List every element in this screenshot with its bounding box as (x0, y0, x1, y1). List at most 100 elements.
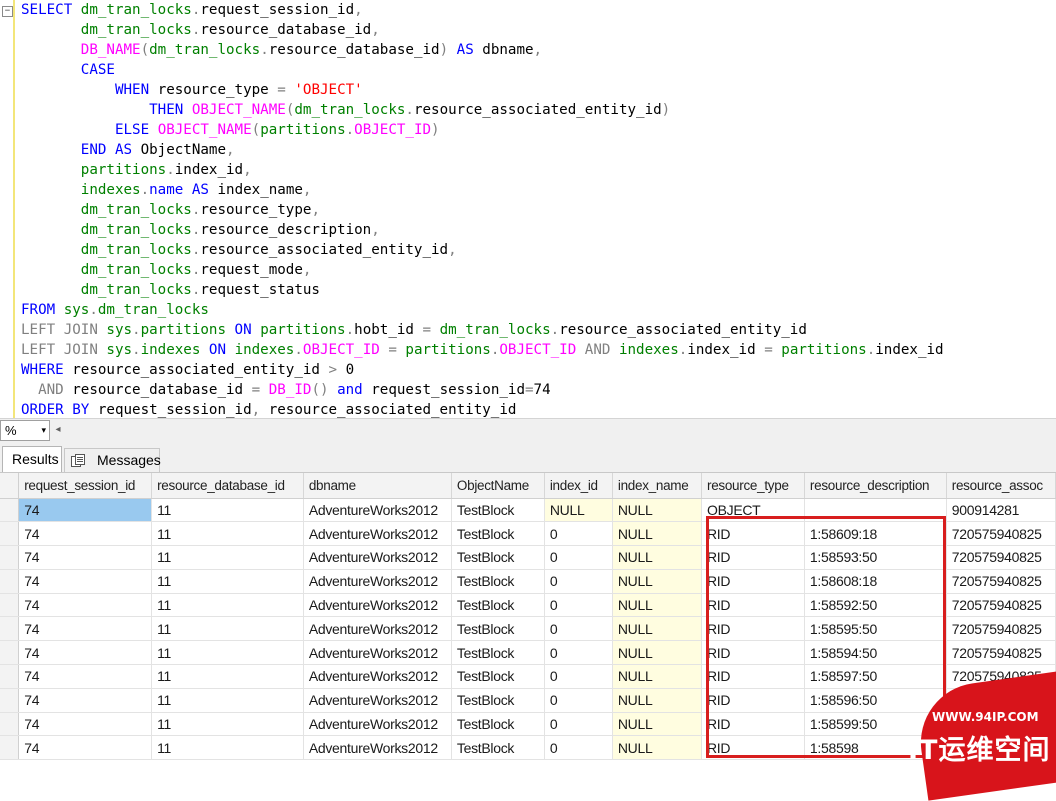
table-cell[interactable]: 1:58592:50 (804, 593, 947, 618)
table-cell[interactable]: TestBlock (451, 569, 545, 594)
table-cell[interactable]: RID (701, 735, 805, 761)
table-cell[interactable]: 11 (151, 664, 304, 689)
tab-results[interactable]: Results (2, 446, 62, 472)
table-cell[interactable]: 720575940825 (946, 569, 1056, 594)
table-cell[interactable]: 720575940825 (946, 640, 1056, 666)
table-cell[interactable]: NULL (544, 498, 613, 523)
row-header[interactable] (0, 640, 20, 666)
table-row[interactable]: 74 11 AdventureWorks2012 TestBlock 0 NULL RID 1… (0, 521, 1056, 547)
table-cell[interactable]: AdventureWorks2012 (303, 545, 452, 570)
table-cell[interactable]: AdventureWorks2012 (303, 593, 452, 618)
table-cell[interactable]: NULL (612, 688, 703, 713)
table-cell[interactable]: 74 (18, 521, 153, 547)
table-cell[interactable]: 74 (18, 498, 153, 523)
code-line[interactable]: WHEN resource_type = 'OBJECT' (21, 80, 944, 100)
column-header[interactable]: resource_database_id (151, 473, 304, 499)
table-cell[interactable]: AdventureWorks2012 (303, 640, 452, 666)
table-cell[interactable]: 11 (151, 712, 304, 737)
table-cell[interactable]: 0 (544, 593, 613, 618)
table-cell[interactable]: 720575940825 (946, 735, 1056, 761)
table-cell[interactable]: NULL (612, 521, 703, 547)
table-cell[interactable]: 0 (544, 688, 613, 713)
table-cell[interactable]: 720575940825 (946, 593, 1056, 618)
column-header[interactable]: index_id (544, 473, 613, 499)
table-cell[interactable]: 720575940825 (946, 616, 1056, 642)
code-line[interactable]: ELSE OBJECT_NAME(partitions.OBJECT_ID) (21, 120, 944, 140)
table-cell[interactable] (804, 498, 947, 523)
table-cell[interactable]: 74 (18, 616, 153, 642)
table-cell[interactable]: 1:58594:50 (804, 640, 947, 666)
table-cell[interactable]: 0 (544, 735, 613, 761)
table-cell[interactable]: NULL (612, 616, 703, 642)
table-row[interactable]: 74 11 AdventureWorks2012 TestBlock 0 NULL RID 1… (0, 688, 1056, 713)
table-cell[interactable]: 11 (151, 521, 304, 547)
table-cell[interactable]: AdventureWorks2012 (303, 521, 452, 547)
code-line[interactable]: WHERE resource_associated_entity_id > 0 (21, 360, 944, 380)
table-cell[interactable]: 1:58609:18 (804, 521, 947, 547)
table-cell[interactable]: 900914281 (946, 498, 1056, 523)
code-line[interactable]: dm_tran_locks.resource_description, (21, 220, 944, 240)
table-row[interactable]: 74 11 AdventureWorks2012 TestBlock 0 NULL RID 1… (0, 545, 1056, 570)
table-cell[interactable]: 0 (544, 712, 613, 737)
code-line[interactable]: dm_tran_locks.request_mode, (21, 260, 944, 280)
table-cell[interactable]: TestBlock (451, 521, 545, 547)
table-cell[interactable]: RID (701, 521, 805, 547)
table-cell[interactable]: AdventureWorks2012 (303, 616, 452, 642)
table-cell[interactable]: RID (701, 545, 805, 570)
table-cell[interactable]: NULL (612, 569, 703, 594)
column-header[interactable]: dbname (303, 473, 452, 499)
table-cell[interactable]: AdventureWorks2012 (303, 498, 452, 523)
code-line[interactable]: AND resource_database_id = DB_ID() and r… (21, 380, 944, 400)
table-cell[interactable]: 0 (544, 521, 613, 547)
table-cell[interactable]: 0 (544, 616, 613, 642)
table-cell[interactable]: 1:58597:50 (804, 664, 947, 689)
table-cell[interactable]: RID (701, 569, 805, 594)
table-cell[interactable]: 720575940825 (946, 712, 1056, 737)
row-header[interactable] (0, 545, 20, 570)
table-cell[interactable]: 11 (151, 616, 304, 642)
table-cell[interactable]: NULL (612, 735, 703, 761)
table-cell[interactable]: 0 (544, 569, 613, 594)
table-row[interactable]: 74 11 AdventureWorks2012 TestBlock 0 NULL RID 1… (0, 664, 1056, 689)
table-cell[interactable]: 1:58596:50 (804, 688, 947, 713)
table-cell[interactable]: 11 (151, 545, 304, 570)
table-cell[interactable]: TestBlock (451, 593, 545, 618)
column-header[interactable]: resource_assoc (946, 473, 1056, 499)
table-cell[interactable]: NULL (612, 640, 703, 666)
code-line[interactable]: dm_tran_locks.resource_associated_entity… (21, 240, 944, 260)
code-line[interactable]: indexes.name AS index_name, (21, 180, 944, 200)
sql-code[interactable]: SELECT dm_tran_locks.request_session_id,… (21, 0, 944, 418)
table-cell[interactable]: 11 (151, 498, 304, 523)
row-header[interactable] (0, 616, 20, 642)
row-header[interactable] (0, 688, 20, 713)
table-cell[interactable]: AdventureWorks2012 (303, 569, 452, 594)
table-cell[interactable]: 720575940825 (946, 688, 1056, 713)
table-cell[interactable]: RID (701, 616, 805, 642)
table-cell[interactable]: TestBlock (451, 545, 545, 570)
column-header[interactable]: resource_type (701, 473, 805, 499)
row-header[interactable] (0, 664, 20, 689)
table-cell[interactable]: TestBlock (451, 712, 545, 737)
code-line[interactable]: CASE (21, 60, 944, 80)
table-cell[interactable]: TestBlock (451, 688, 545, 713)
row-header[interactable] (0, 735, 20, 761)
table-cell[interactable]: RID (701, 640, 805, 666)
table-cell[interactable]: 1:58608:18 (804, 569, 947, 594)
table-cell[interactable]: AdventureWorks2012 (303, 688, 452, 713)
table-row[interactable]: 74 11 AdventureWorks2012 TestBlock 0 NULL RID 1… (0, 712, 1056, 737)
table-cell[interactable]: 1:58598 (804, 735, 947, 761)
code-line[interactable]: THEN OBJECT_NAME(dm_tran_locks.resource_… (21, 100, 944, 120)
tab-messages[interactable]: Messages (64, 448, 161, 472)
code-line[interactable]: dm_tran_locks.resource_type, (21, 200, 944, 220)
table-cell[interactable]: AdventureWorks2012 (303, 712, 452, 737)
table-row[interactable]: 74 11 AdventureWorks2012 TestBlock 0 NULL RID 1… (0, 569, 1056, 594)
row-header[interactable] (0, 521, 20, 547)
table-cell[interactable]: 720575940825 (946, 545, 1056, 570)
table-cell[interactable]: 11 (151, 735, 304, 761)
table-cell[interactable]: 74 (18, 664, 153, 689)
table-cell[interactable]: RID (701, 688, 805, 713)
table-cell[interactable]: 11 (151, 640, 304, 666)
code-line[interactable]: ORDER BY request_session_id, resource_as… (21, 400, 944, 418)
table-row[interactable]: 74 11 AdventureWorks2012 TestBlock 0 NULL RID 1… (0, 616, 1056, 642)
code-line[interactable]: DB_NAME(dm_tran_locks.resource_database_… (21, 40, 944, 60)
